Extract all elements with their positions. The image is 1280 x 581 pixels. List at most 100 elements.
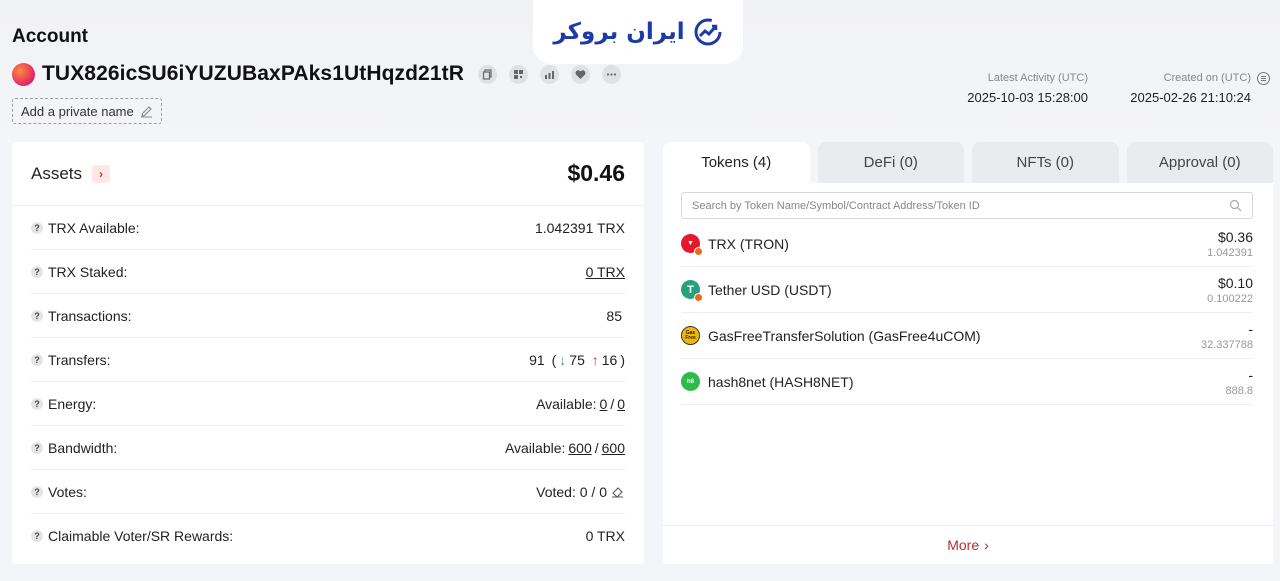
bandwidth-total-link[interactable]: 600: [602, 440, 625, 456]
add-private-name-button[interactable]: Add a private name: [12, 98, 162, 124]
arrow-up-icon: ↑: [587, 351, 599, 368]
tab-label: Approval: [1158, 154, 1219, 171]
token-list: ▼ TRX (TRON) $0.36 1.042391 T Tether USD…: [681, 221, 1253, 405]
asset-row-trx-available: ? TRX Available: 1.042391 TRX: [31, 206, 625, 250]
tab-nfts[interactable]: NFTs (0): [972, 142, 1119, 183]
vote-edit-icon[interactable]: [610, 485, 625, 498]
copy-icon: [482, 68, 492, 80]
address-row: TUX826icSU6iYUZUBaxPAks1UtHqzd21tR: [12, 62, 621, 86]
tab-tokens[interactable]: Tokens (4): [663, 142, 810, 183]
hash8net-icon: h8: [681, 372, 700, 391]
tab-label: DeFi: [863, 154, 896, 171]
tokens-card: Tokens (4) DeFi (0) NFTs (0) Approval (0…: [663, 142, 1273, 564]
token-name[interactable]: TRX (TRON): [708, 236, 789, 252]
assets-total: $0.46: [567, 160, 625, 186]
assets-title-link[interactable]: Assets ›: [31, 163, 111, 184]
token-search-input[interactable]: [692, 199, 1229, 212]
token-amount: 1.042391: [1207, 246, 1253, 259]
ellipsis-icon: [606, 72, 617, 76]
tether-icon: T: [681, 280, 703, 302]
token-name[interactable]: hash8net (HASH8NET): [708, 374, 854, 390]
token-row-hash8net[interactable]: h8 hash8net (HASH8NET) - 888.8: [681, 359, 1253, 405]
row-label: TRX Available:: [48, 219, 140, 236]
assets-title: Assets: [31, 163, 83, 183]
help-icon[interactable]: ?: [31, 485, 43, 498]
qr-code-button[interactable]: [508, 64, 528, 84]
chevron-right-icon: ›: [984, 537, 989, 553]
asset-row-rewards: ? Claimable Voter/SR Rewards: 0 TRX: [31, 514, 625, 558]
row-label: Energy:: [48, 395, 97, 412]
transfers-total: 91: [529, 351, 545, 368]
token-row-gasfree[interactable]: Gas Free GasFreeTransferSolution (GasFree…: [681, 313, 1253, 359]
staked-link[interactable]: 0 TRX: [586, 264, 625, 280]
asset-row-transfers: ? Transfers: 91 ( ↓ 75 ↑ 16 ): [31, 338, 625, 382]
created-on-label: Created on (UTC): [1163, 72, 1251, 84]
paren-open: (: [547, 351, 557, 368]
row-value: 85: [606, 307, 622, 324]
more-options-button[interactable]: [601, 64, 621, 84]
more-button[interactable]: More ›: [663, 525, 1273, 564]
token-usd: -: [1248, 320, 1253, 337]
asset-row-bandwidth: ? Bandwidth: Available: 600 / 600: [31, 426, 625, 470]
help-icon[interactable]: ?: [31, 265, 43, 278]
row-value: Voted: 0 / 0: [536, 483, 607, 500]
token-name[interactable]: GasFreeTransferSolution (GasFree4uCOM): [708, 328, 981, 344]
energy-available-link[interactable]: 0: [600, 396, 608, 412]
search-icon[interactable]: [1229, 199, 1242, 212]
row-label: Votes:: [48, 483, 87, 500]
account-avatar: [12, 62, 35, 86]
token-usd: $0.10: [1217, 274, 1253, 291]
arrow-down-icon: ↓: [559, 351, 567, 368]
help-icon[interactable]: ?: [31, 353, 43, 366]
row-label: Bandwidth:: [48, 439, 118, 456]
token-search-box: [681, 192, 1253, 219]
timezone-toggle-icon[interactable]: [1257, 72, 1270, 85]
analytics-button[interactable]: [539, 64, 559, 84]
row-label: Transactions:: [48, 307, 132, 324]
asset-row-votes: ? Votes: Voted: 0 / 0: [31, 470, 625, 514]
token-amount: 0.100222: [1207, 292, 1253, 305]
chart-icon: [544, 70, 554, 79]
energy-total-link[interactable]: 0: [617, 396, 625, 412]
tab-count: (4): [752, 154, 772, 171]
created-on-value: 2025-02-26 21:10:24: [1130, 90, 1251, 105]
created-on: Created on (UTC) 2025-02-26 21:10:24: [1130, 72, 1251, 105]
assets-card: Assets › $0.46 ? TRX Available: 1.042391 …: [12, 142, 644, 564]
row-label: TRX Staked:: [48, 263, 128, 280]
help-icon[interactable]: ?: [31, 441, 43, 454]
bandwidth-available-link[interactable]: 600: [568, 440, 591, 456]
help-icon[interactable]: ?: [31, 221, 43, 234]
gasfree-icon: Gas Free: [681, 326, 700, 345]
favorite-button[interactable]: [570, 64, 590, 84]
pencil-icon: [140, 105, 152, 117]
tab-defi[interactable]: DeFi (0): [817, 142, 964, 183]
asset-row-transactions: ? Transactions: 85: [31, 294, 625, 338]
trend-logo-icon: [694, 18, 722, 46]
chevron-right-icon: ›: [92, 164, 111, 183]
transfers-in: 75: [569, 351, 585, 368]
token-usd: $0.36: [1217, 228, 1253, 245]
token-row-trx[interactable]: ▼ TRX (TRON) $0.36 1.042391: [681, 221, 1253, 267]
account-address: TUX826icSU6iYUZUBaxPAks1UtHqzd21tR: [42, 62, 464, 85]
heart-icon: [575, 69, 586, 79]
tab-count: (0): [899, 154, 918, 171]
tab-approval[interactable]: Approval (0): [1126, 142, 1273, 183]
logo-text: ایران بروکر: [553, 19, 685, 45]
token-name[interactable]: Tether USD (USDT): [708, 282, 832, 298]
token-row-usdt[interactable]: T Tether USD (USDT) $0.10 0.100222: [681, 267, 1253, 313]
tab-count: (0): [1222, 154, 1241, 171]
asset-row-energy: ? Energy: Available: 0 / 0: [31, 382, 625, 426]
copy-button[interactable]: [477, 64, 497, 84]
help-icon[interactable]: ?: [31, 309, 43, 322]
help-icon[interactable]: ?: [31, 530, 43, 542]
row-value: 1.042391 TRX: [534, 219, 625, 236]
tab-bar: Tokens (4) DeFi (0) NFTs (0) Approval (0…: [663, 142, 1273, 183]
row-value: 0 TRX: [585, 528, 625, 544]
more-label: More: [947, 537, 980, 553]
address-tools: [477, 64, 621, 84]
energy-prefix: Available:: [536, 395, 597, 412]
help-icon[interactable]: ?: [31, 397, 43, 410]
tab-label: NFTs: [1016, 154, 1052, 171]
latest-activity-value: 2025-10-03 15:28:00: [967, 90, 1088, 105]
tab-label: Tokens: [701, 154, 749, 171]
